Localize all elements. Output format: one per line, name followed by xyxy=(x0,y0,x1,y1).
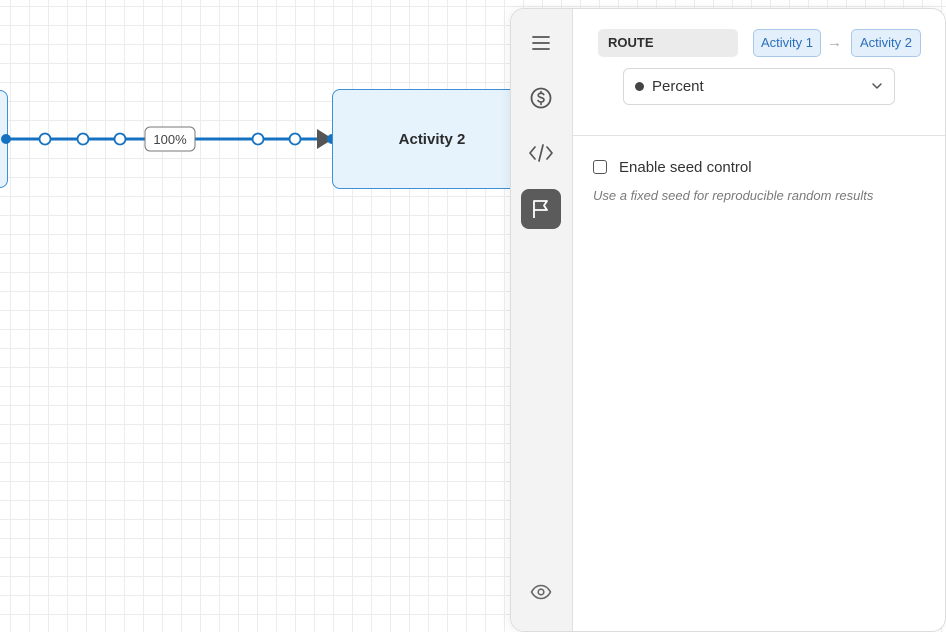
edge-waypoint[interactable] xyxy=(288,132,302,146)
route-from-chip[interactable]: Activity 1 xyxy=(753,29,821,57)
edge-waypoint[interactable] xyxy=(113,132,127,146)
edge-start-handle[interactable] xyxy=(1,134,11,144)
route-to-chip[interactable]: Activity 2 xyxy=(851,29,921,57)
menu-icon[interactable] xyxy=(521,23,561,63)
route-properties-panel: ROUTE Activity 1 → Activity 2 Percent En… xyxy=(510,8,946,632)
edge-waypoint[interactable] xyxy=(76,132,90,146)
code-icon[interactable] xyxy=(521,133,561,173)
panel-icon-rail xyxy=(511,9,573,631)
dollar-icon[interactable] xyxy=(521,78,561,118)
flag-icon[interactable] xyxy=(521,189,561,229)
seed-control-hint: Use a fixed seed for reproducible random… xyxy=(593,188,874,203)
seed-control-label[interactable]: Enable seed control xyxy=(619,159,752,176)
edge-label: 100% xyxy=(153,132,187,147)
section-divider xyxy=(572,135,945,136)
activity-node-activity-2[interactable]: Activity 2 xyxy=(332,89,532,189)
route-label: ROUTE xyxy=(598,29,738,57)
panel-content: ROUTE Activity 1 → Activity 2 Percent En… xyxy=(572,9,945,631)
edge-waypoint[interactable] xyxy=(38,132,52,146)
node-label: Activity 2 xyxy=(398,130,466,148)
seed-control-checkbox[interactable] xyxy=(593,160,607,174)
split-mode-dropdown[interactable]: Percent xyxy=(623,68,895,105)
chevron-down-icon xyxy=(872,83,882,89)
split-mode-value: Percent xyxy=(652,78,704,95)
status-dot xyxy=(635,82,644,91)
route-arrow-icon: → xyxy=(827,34,842,51)
eye-icon[interactable] xyxy=(521,572,561,612)
edge-waypoint[interactable] xyxy=(251,132,265,146)
